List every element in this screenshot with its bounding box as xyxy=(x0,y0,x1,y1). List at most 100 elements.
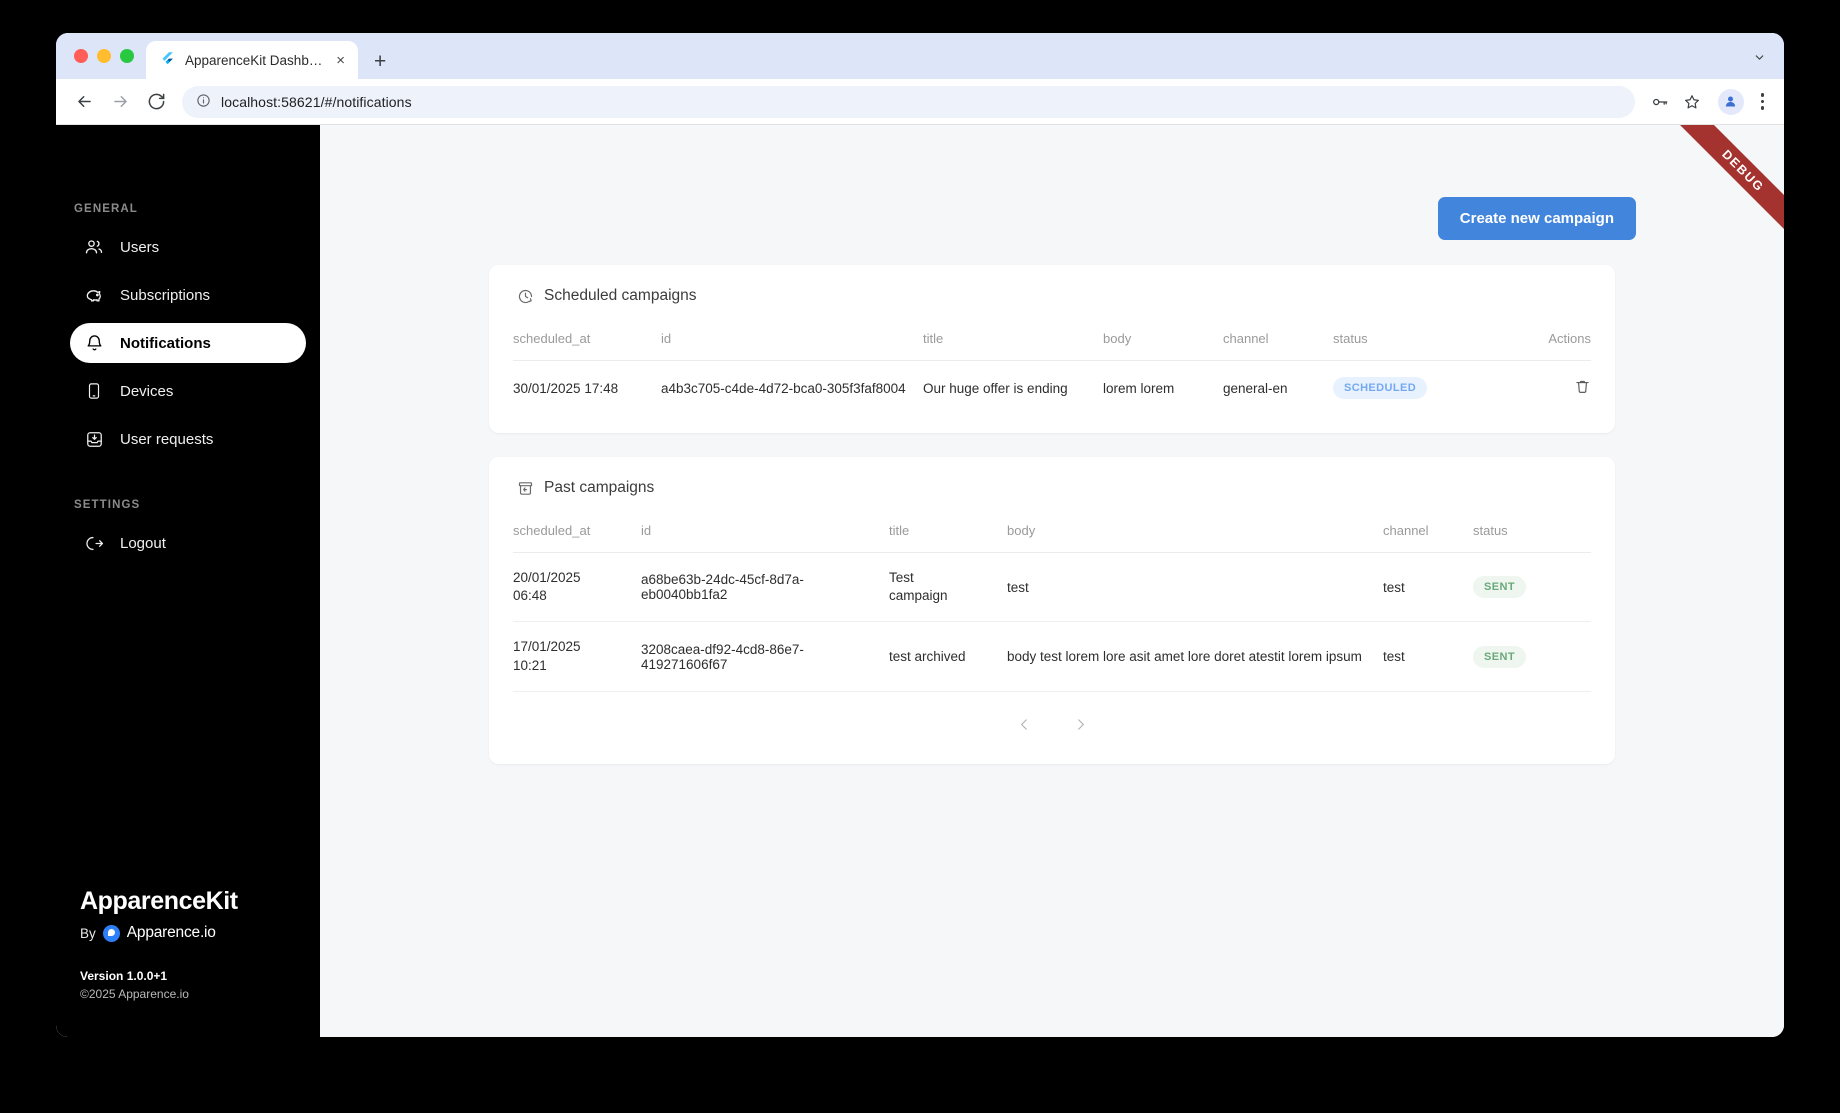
maximize-window-button[interactable] xyxy=(120,49,134,63)
brand-by-label: By xyxy=(80,925,96,941)
phone-icon xyxy=(84,381,104,401)
past-campaigns-card: Past campaigns scheduled_at id title bod… xyxy=(489,457,1615,764)
cell-body: test xyxy=(1007,552,1383,623)
sidebar: GENERAL Users Subscriptions Notification… xyxy=(56,125,320,1037)
close-window-button[interactable] xyxy=(74,49,88,63)
brand-company: Apparence.io xyxy=(126,924,216,942)
trash-icon[interactable] xyxy=(1574,378,1591,395)
window-traffic-lights xyxy=(70,33,146,79)
table-row[interactable]: 20/01/2025 06:48 a68be63b-24dc-45cf-8d7a… xyxy=(513,552,1591,623)
logout-icon xyxy=(84,533,104,553)
cell-id: 3208caea-df92-4cd8-86e7-419271606f67 xyxy=(641,621,889,692)
column-id: id xyxy=(641,497,889,553)
cell-title: Our huge offer is ending xyxy=(923,380,1068,396)
copyright: ©2025 Apparence.io xyxy=(80,986,189,1001)
column-actions: Actions xyxy=(1451,305,1591,361)
tab-title: ApparenceKit Dashboard xyxy=(185,52,324,68)
column-id: id xyxy=(661,305,923,361)
column-status: status xyxy=(1473,497,1591,553)
sidebar-item-users[interactable]: Users xyxy=(70,227,306,267)
cell-status: SENT xyxy=(1473,552,1591,623)
cell-scheduled-at: 30/01/2025 17:48 xyxy=(513,380,619,396)
column-scheduled-at: scheduled_at xyxy=(513,497,641,553)
cell-channel: test xyxy=(1383,621,1473,692)
app-version: Version 1.0.0+1 xyxy=(80,969,168,984)
cell-channel: test xyxy=(1383,552,1473,623)
column-channel: channel xyxy=(1383,497,1473,553)
table-row[interactable]: 30/01/2025 17:48 a4b3c705-c4de-4d72-bca0… xyxy=(513,361,1591,416)
cell-id: a4b3c705-c4de-4d72-bca0-305f3faf8004 xyxy=(661,380,906,396)
users-icon xyxy=(84,237,104,257)
info-circle-icon[interactable] xyxy=(196,93,211,111)
browser-tab[interactable]: ApparenceKit Dashboard × xyxy=(146,41,358,79)
cell-channel: general-en xyxy=(1223,380,1288,396)
scheduled-campaigns-header: Scheduled campaigns xyxy=(513,287,1591,305)
apparence-logo-icon xyxy=(102,924,120,942)
status-badge: SCHEDULED xyxy=(1333,377,1428,399)
status-badge: SENT xyxy=(1473,576,1526,599)
past-campaigns-header: Past campaigns xyxy=(513,479,1591,497)
sidebar-section-general-label: GENERAL xyxy=(74,203,138,215)
cell-status: SENT xyxy=(1473,621,1591,692)
cell-scheduled-at: 20/01/2025 06:48 xyxy=(513,552,641,623)
address-bar[interactable]: localhost:58621/#/notifications xyxy=(182,85,1635,118)
chevron-right-icon[interactable] xyxy=(1069,714,1091,736)
sidebar-branding: ApparenceKit By Apparence.io Version 1.0… xyxy=(80,887,304,1003)
chevron-left-icon[interactable] xyxy=(1013,714,1035,736)
table-header-row: scheduled_at id title body channel statu… xyxy=(513,497,1591,553)
page-viewport: DEBUG GENERAL Users Subscriptions Notifi… xyxy=(56,125,1784,1037)
sidebar-section-settings-label: SETTINGS xyxy=(74,499,141,511)
cell-status: SCHEDULED xyxy=(1333,361,1451,416)
piggy-bank-icon xyxy=(84,285,104,305)
minimize-window-button[interactable] xyxy=(97,49,111,63)
new-tab-button[interactable]: + xyxy=(358,51,400,79)
sidebar-item-label: Users xyxy=(120,238,160,256)
sidebar-item-logout[interactable]: Logout xyxy=(70,523,306,563)
bell-icon xyxy=(84,333,104,353)
cell-title: test archived xyxy=(889,621,1007,692)
sidebar-item-label: User requests xyxy=(120,430,214,448)
key-icon[interactable] xyxy=(1645,87,1675,117)
table-row[interactable]: 17/01/2025 10:21 3208caea-df92-4cd8-86e7… xyxy=(513,621,1591,692)
brand-meta: Version 1.0.0+1 ©2025 Apparence.io xyxy=(80,968,304,1003)
past-campaigns-title: Past campaigns xyxy=(544,479,655,496)
sidebar-item-notifications[interactable]: Notifications xyxy=(70,323,306,363)
scheduled-campaigns-table: scheduled_at id title body channel statu… xyxy=(513,305,1591,415)
column-channel: channel xyxy=(1223,305,1333,361)
past-campaigns-table: scheduled_at id title body channel statu… xyxy=(513,497,1591,692)
archive-restore-icon xyxy=(517,480,534,497)
column-title: title xyxy=(923,305,1103,361)
chevron-down-icon[interactable] xyxy=(1753,51,1784,79)
pagination xyxy=(513,692,1591,754)
column-title: title xyxy=(889,497,1007,553)
brand-byline: By Apparence.io xyxy=(80,924,304,942)
column-scheduled-at: scheduled_at xyxy=(513,305,661,361)
column-body: body xyxy=(1007,497,1383,553)
tab-strip: ApparenceKit Dashboard × + xyxy=(56,33,1784,79)
sidebar-item-user-requests[interactable]: User requests xyxy=(70,419,306,459)
flutter-favicon-icon xyxy=(160,51,175,69)
create-new-campaign-button[interactable]: Create new campaign xyxy=(1437,197,1636,240)
cell-id: a68be63b-24dc-45cf-8d7a-eb0040bb1fa2 xyxy=(641,552,889,623)
toolbar-icons xyxy=(1645,87,1773,117)
cell-scheduled-at: 17/01/2025 10:21 xyxy=(513,621,641,692)
url-text: localhost:58621/#/notifications xyxy=(221,93,412,110)
status-badge: SENT xyxy=(1473,645,1526,668)
forward-arrow-icon[interactable] xyxy=(104,86,136,118)
sidebar-item-subscriptions[interactable]: Subscriptions xyxy=(70,275,306,315)
sidebar-item-label: Notifications xyxy=(120,334,211,352)
sidebar-item-label: Logout xyxy=(120,534,166,552)
kebab-menu-icon[interactable] xyxy=(1753,93,1773,110)
reload-icon[interactable] xyxy=(140,86,172,118)
close-tab-button[interactable]: × xyxy=(333,53,348,68)
back-arrow-icon[interactable] xyxy=(68,86,100,118)
cell-actions xyxy=(1451,361,1591,416)
cell-body: lorem lorem xyxy=(1103,380,1175,396)
inbox-download-icon xyxy=(84,429,104,449)
profile-avatar-icon[interactable] xyxy=(1717,88,1744,115)
sidebar-item-devices[interactable]: Devices xyxy=(70,371,306,411)
star-icon[interactable] xyxy=(1677,87,1707,117)
page-toolbar: Create new campaign xyxy=(360,125,1744,240)
column-status: status xyxy=(1333,305,1451,361)
sidebar-item-label: Devices xyxy=(120,382,174,400)
